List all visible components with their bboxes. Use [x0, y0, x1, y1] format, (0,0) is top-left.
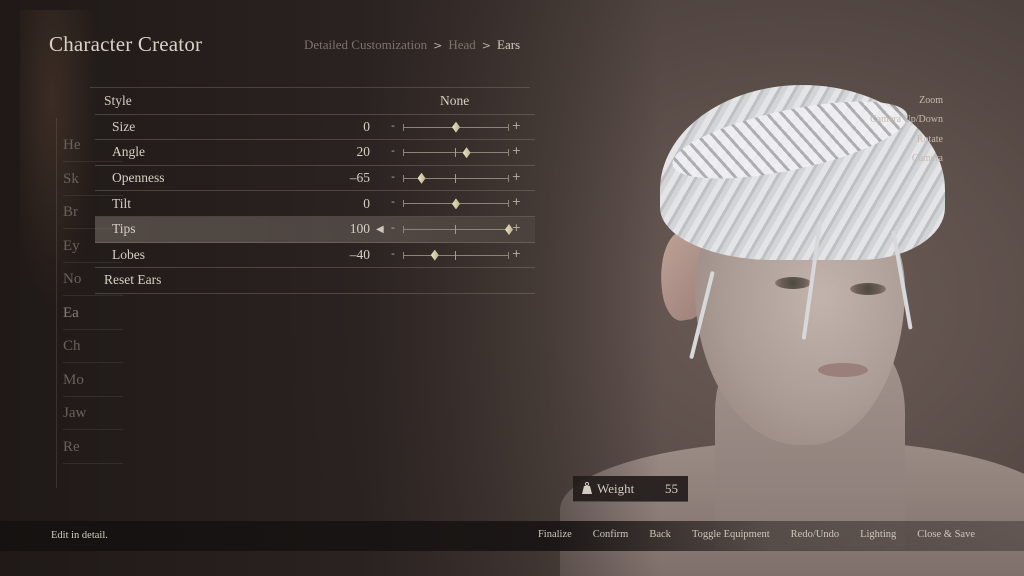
breadcrumb-separator: >	[481, 39, 491, 52]
slider-center-tick	[455, 148, 456, 158]
slider-track[interactable]	[403, 254, 509, 256]
camera-hint: Rotate	[916, 133, 943, 145]
slider-label: Angle	[112, 144, 145, 160]
slider-max-tick	[508, 200, 509, 208]
decrease-icon[interactable]: -	[391, 170, 395, 183]
breadcrumb-item[interactable]: Head	[448, 37, 475, 53]
slider-row-tilt[interactable]: Tilt 0- +	[95, 191, 535, 217]
reset-ears-button[interactable]: Reset Ears	[95, 268, 535, 294]
character-preview[interactable]	[560, 80, 1024, 576]
slider[interactable]: - +	[391, 247, 521, 262]
slider[interactable]: - +	[391, 221, 521, 236]
slider-max-tick	[508, 251, 509, 259]
slider-row-tips[interactable]: Tips 100 ◀ - +	[95, 216, 535, 243]
action-close-save[interactable]: Close & Save	[917, 529, 975, 540]
slider-row-size[interactable]: Size 0- +	[95, 115, 535, 141]
increase-icon[interactable]: +	[512, 119, 521, 132]
slider-thumb[interactable]	[430, 249, 439, 261]
footer-actions: Finalize Confirm Back Toggle Equipment Redo/…	[538, 529, 975, 540]
slider-label: Tilt	[112, 195, 132, 211]
slider-label: Openness	[112, 170, 165, 186]
character-eye-left	[775, 277, 811, 289]
slider-label: Tips	[112, 221, 136, 237]
slider-max-tick	[508, 123, 509, 131]
slider-thumb[interactable]	[452, 121, 460, 133]
slider-label: Lobes	[112, 246, 145, 262]
camera-controls-hints: Zoom Camera Up/Down Rotate Camera	[870, 91, 943, 168]
breadcrumb-current: Ears	[497, 37, 521, 52]
slider-row-lobes[interactable]: Lobes –40- +	[95, 243, 535, 269]
slider-center-tick	[455, 173, 456, 183]
weight-label: Weight	[597, 480, 635, 496]
action-lighting[interactable]: Lighting	[860, 529, 896, 540]
category-item[interactable]: Jaw	[63, 397, 123, 430]
character-lips	[818, 363, 868, 377]
slider-value: 0	[363, 195, 370, 211]
category-item[interactable]: Mo	[63, 364, 123, 397]
breadcrumb-item[interactable]: Detailed Customization	[304, 37, 427, 53]
action-confirm[interactable]: Confirm	[593, 529, 629, 540]
style-value[interactable]: None	[440, 93, 469, 109]
breadcrumb: Detailed Customization > Head > Ears	[304, 37, 520, 53]
slider-max-tick	[508, 149, 509, 157]
decrease-icon[interactable]: -	[391, 144, 395, 157]
increase-icon[interactable]: +	[512, 195, 521, 208]
slider[interactable]: - +	[391, 119, 521, 134]
status-text: Edit in detail.	[51, 530, 108, 541]
slider-value: 100	[349, 221, 370, 237]
page-title: Character Creator	[49, 32, 203, 56]
action-finalize[interactable]: Finalize	[538, 529, 572, 540]
slider[interactable]: - +	[391, 195, 521, 210]
slider-row-openness[interactable]: Openness –65- +	[95, 166, 535, 192]
increase-icon[interactable]: +	[512, 144, 521, 157]
action-redo-undo[interactable]: Redo/Undo	[791, 529, 839, 540]
breadcrumb-separator: >	[433, 39, 443, 52]
weight-display: Weight 55	[573, 476, 688, 502]
slider-thumb[interactable]	[462, 147, 471, 159]
slider-center-tick	[455, 224, 456, 234]
increase-icon[interactable]: +	[512, 247, 521, 260]
category-item[interactable]: Ea	[63, 297, 123, 330]
divider	[90, 87, 530, 88]
weight-icon	[582, 482, 592, 494]
slider-track[interactable]	[403, 152, 509, 154]
slider-thumb[interactable]	[452, 198, 460, 210]
weight-value: 55	[665, 480, 678, 496]
camera-hint: Zoom	[919, 95, 943, 106]
category-item[interactable]: Re	[63, 431, 123, 464]
slider-max-tick	[508, 174, 509, 182]
character-eye-right	[850, 283, 886, 295]
slider-track[interactable]	[403, 228, 509, 230]
increase-icon[interactable]: +	[512, 170, 521, 183]
slider-thumb[interactable]	[417, 172, 426, 184]
ear-options-panel: Style None Size 0- + Angle 20- + Openness –65- +…	[95, 89, 535, 294]
slider-value: 0	[363, 118, 370, 134]
decrease-icon[interactable]: -	[391, 119, 395, 132]
decrease-icon[interactable]: -	[391, 221, 395, 234]
action-toggle-equipment[interactable]: Toggle Equipment	[692, 529, 770, 540]
style-label: Style	[104, 93, 132, 109]
decrease-icon[interactable]: -	[391, 195, 395, 208]
style-row[interactable]: Style None	[95, 89, 535, 115]
reset-ears-label: Reset Ears	[104, 272, 162, 288]
camera-hint: Camera Up/Down	[869, 114, 943, 126]
action-back[interactable]: Back	[649, 529, 671, 540]
camera-hint: Camera	[911, 152, 943, 164]
decrease-icon[interactable]: -	[391, 247, 395, 260]
slider-value: –65	[349, 170, 370, 186]
slider-value: –40	[349, 246, 370, 262]
slider[interactable]: - +	[391, 170, 521, 185]
slider-value: 20	[356, 144, 371, 160]
category-item[interactable]: Ch	[63, 330, 123, 363]
selection-arrow-icon: ◀	[376, 223, 384, 235]
slider-center-tick	[455, 250, 456, 260]
increase-icon[interactable]: +	[512, 221, 521, 234]
slider-row-angle[interactable]: Angle 20- +	[95, 140, 535, 166]
slider-label: Size	[112, 118, 136, 134]
slider[interactable]: - +	[391, 144, 521, 159]
